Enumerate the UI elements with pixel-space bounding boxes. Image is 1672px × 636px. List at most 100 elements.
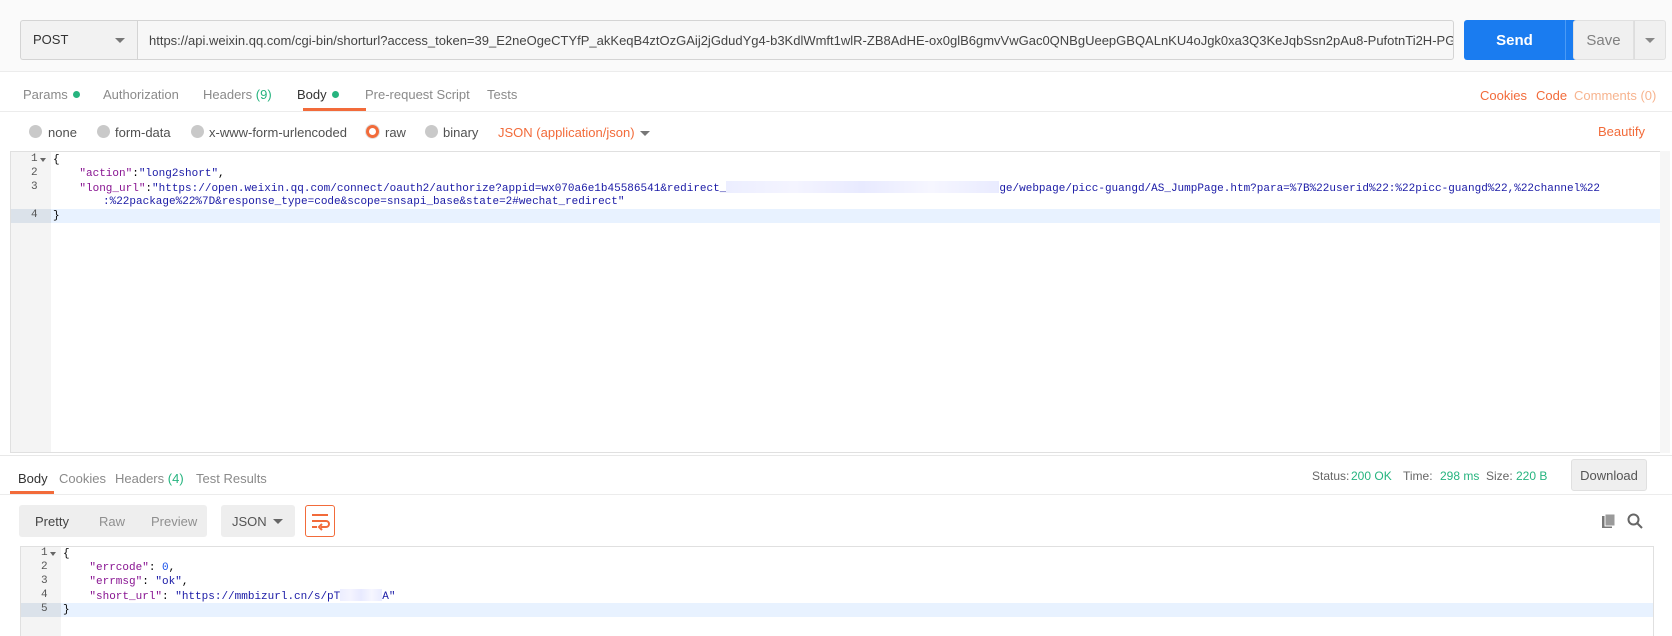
tab-authorization[interactable]: Authorization	[103, 87, 179, 102]
code-line: "errcode": 0,	[89, 562, 176, 574]
radio-raw[interactable]	[366, 125, 379, 138]
code-line: {	[63, 547, 70, 561]
view-pretty-button[interactable]: Pretty	[35, 514, 69, 529]
redacted-region	[726, 181, 1000, 193]
radio-form-data[interactable]	[97, 125, 110, 138]
line-number: 4	[41, 589, 48, 601]
json-key: "action"	[79, 168, 133, 180]
size-value: 220 B	[1516, 469, 1548, 483]
save-button[interactable]: Save	[1573, 20, 1634, 60]
code-line: }	[53, 209, 60, 223]
fold-arrow-icon[interactable]	[40, 158, 46, 162]
size-label: Size:	[1486, 469, 1513, 483]
chevron-down-icon[interactable]	[640, 131, 650, 136]
response-tab-test-results[interactable]: Test Results	[196, 471, 267, 486]
code-line: "short_url": "https://mmbizurl.cn/s/pT A"	[89, 589, 396, 603]
radio-urlencoded[interactable]	[191, 125, 204, 138]
time-label: Time:	[1403, 469, 1433, 483]
radio-urlencoded-label: x-www-form-urlencoded	[209, 125, 347, 140]
json-string: "https://mmbizurl.cn/s/pT	[175, 591, 341, 603]
wrap-lines-icon	[312, 514, 330, 531]
response-format-label: JSON	[232, 514, 267, 529]
editor-scrollbar[interactable]	[1660, 151, 1670, 453]
tab-headers[interactable]: Headers (9)	[203, 87, 272, 102]
code-line: "errmsg": "ok",	[89, 576, 189, 588]
response-headers-count: (4)	[167, 471, 184, 486]
response-tab-headers-label: Headers	[115, 471, 165, 486]
response-tab-cookies[interactable]: Cookies	[59, 471, 106, 486]
send-button[interactable]: Send	[1464, 20, 1565, 60]
json-string: "https://open.weixin.qq.com/connect/oaut…	[152, 183, 727, 195]
json-number: 0	[162, 562, 169, 574]
tab-tests[interactable]: Tests	[487, 87, 517, 102]
response-tab-headers[interactable]: Headers (4)	[115, 471, 184, 486]
brace: {	[63, 548, 70, 560]
code-line: "action":"long2short",	[79, 168, 225, 180]
request-body-editor[interactable]: 1 2 3 4 { "action":"long2short", "long_u…	[10, 151, 1664, 453]
copy-icon[interactable]	[1601, 513, 1617, 529]
status-label: Status:	[1312, 469, 1350, 483]
code-line: {	[53, 153, 60, 167]
line-number: 2	[31, 167, 38, 179]
json-string: A"	[382, 591, 396, 603]
brace: }	[63, 604, 70, 616]
line-number: 2	[41, 561, 48, 573]
method-select[interactable]: POST	[20, 20, 137, 60]
time-value: 298 ms	[1440, 469, 1480, 483]
chevron-down-icon	[115, 38, 125, 43]
json-key: "long_url"	[79, 183, 146, 195]
json-key: "errcode"	[89, 562, 149, 574]
code-line: }	[63, 603, 70, 617]
save-options-button[interactable]	[1634, 20, 1666, 60]
tabs-divider	[0, 111, 1672, 112]
view-raw-button[interactable]: Raw	[99, 514, 125, 529]
response-divider	[0, 455, 1672, 456]
chevron-down-icon	[273, 519, 283, 524]
comments-link[interactable]: Comments (0)	[1574, 88, 1656, 103]
headers-count: (9)	[255, 87, 272, 102]
chevron-down-icon	[1645, 38, 1655, 43]
brace: {	[53, 154, 60, 166]
content-type-select[interactable]: JSON (application/json)	[498, 125, 635, 140]
search-icon[interactable]	[1626, 512, 1644, 530]
radio-none-label: none	[48, 125, 77, 140]
radio-binary[interactable]	[425, 125, 438, 138]
line-number: 4	[31, 209, 38, 221]
json-string: "ok"	[155, 576, 182, 588]
response-format-select[interactable]: JSON	[221, 505, 295, 537]
tabs-divider	[0, 494, 1672, 495]
code-line: :%22package%22%7D&response_type=code&sco…	[103, 195, 625, 209]
postman-window: POST https://api.weixin.qq.com/cgi-bin/s…	[0, 0, 1672, 636]
tab-params-label: Params	[23, 87, 68, 102]
brace: }	[53, 210, 60, 222]
code-link[interactable]: Code	[1536, 88, 1567, 103]
status-dot-icon	[72, 91, 80, 98]
line-number: 3	[31, 181, 38, 193]
line-gutter	[11, 152, 51, 452]
line-number: 5	[41, 603, 48, 615]
beautify-link[interactable]: Beautify	[1598, 124, 1645, 139]
status-value: 200 OK	[1351, 469, 1392, 483]
download-button[interactable]: Download	[1571, 459, 1647, 491]
url-input[interactable]: https://api.weixin.qq.com/cgi-bin/shortu…	[137, 20, 1454, 60]
tab-prerequest-script[interactable]: Pre-request Script	[365, 87, 470, 102]
wrap-lines-button[interactable]	[305, 505, 335, 537]
json-key: "errmsg"	[89, 576, 143, 588]
fold-arrow-icon[interactable]	[50, 552, 56, 556]
tab-params[interactable]: Params	[23, 87, 80, 102]
json-string: ge/webpage/picc-guangd/AS_JumpPage.htm?p…	[999, 183, 1601, 195]
tab-body-label: Body	[297, 87, 327, 102]
json-string: :%22package%22%7D&response_type=code&sco…	[103, 196, 625, 208]
active-line-highlight	[11, 209, 1663, 223]
response-tab-body[interactable]: Body	[18, 471, 48, 486]
cookies-link[interactable]: Cookies	[1480, 88, 1527, 103]
method-label: POST	[33, 32, 69, 47]
radio-binary-label: binary	[443, 125, 479, 140]
tab-body[interactable]: Body	[297, 87, 339, 102]
radio-none[interactable]	[29, 125, 42, 138]
view-preview-button[interactable]: Preview	[151, 514, 197, 529]
json-string: "long2short"	[138, 168, 219, 180]
radio-raw-label: raw	[385, 125, 406, 140]
tab-headers-label: Headers	[203, 87, 253, 102]
response-body-viewer[interactable]: 1 2 3 4 5 { "errcode": 0, "errmsg": "ok"…	[20, 546, 1654, 636]
